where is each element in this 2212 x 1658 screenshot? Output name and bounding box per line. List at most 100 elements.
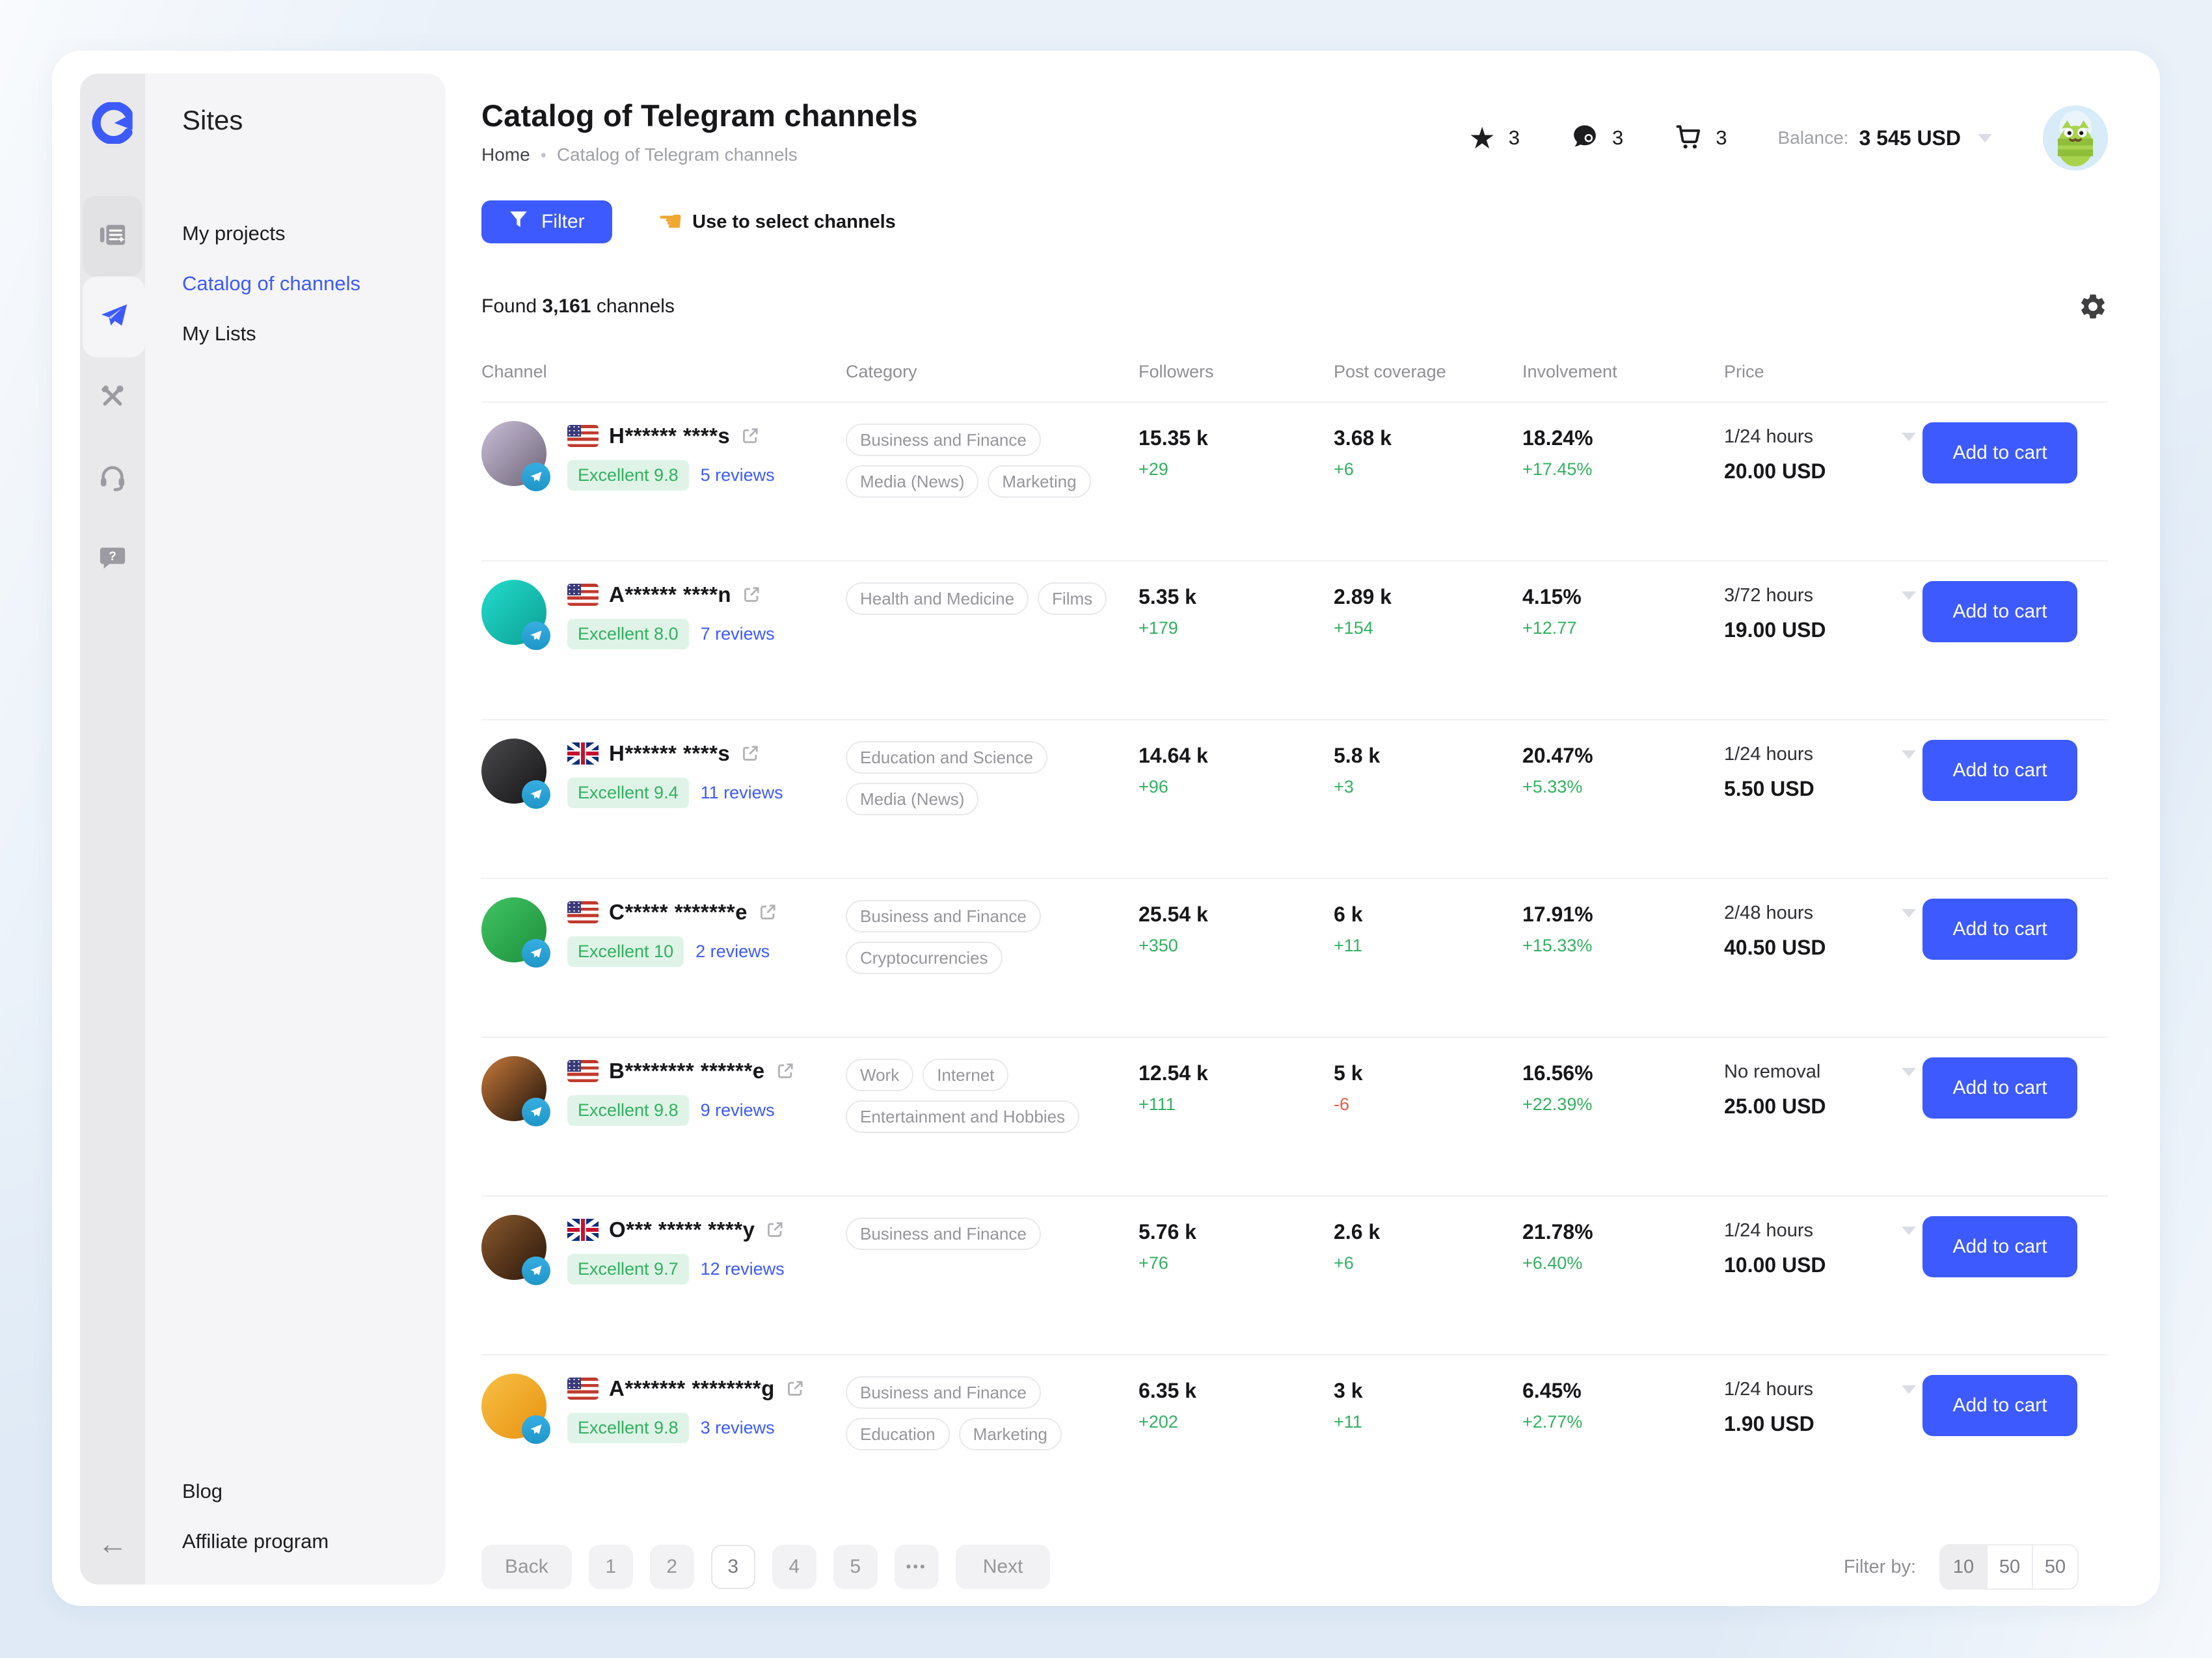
price-cell: 3/72 hours 19.00 USD <box>1724 580 1922 642</box>
sidebar-item-affiliate-program[interactable]: Affiliate program <box>182 1530 329 1553</box>
price-term-dropdown[interactable]: 1/24 hours <box>1724 1220 1916 1242</box>
table-footer: Back 12345 ••• Next Filter by: 105050 <box>481 1544 2108 1590</box>
price-cell: 1/24 hours 5.50 USD <box>1724 739 1922 801</box>
telegram-badge-icon <box>522 939 550 968</box>
external-link-icon[interactable] <box>740 426 760 446</box>
sidebar-item-catalog-of-channels[interactable]: Catalog of channels <box>182 272 360 295</box>
channel-avatar <box>481 421 546 486</box>
channel-avatar <box>481 580 546 645</box>
reviews-link[interactable]: 11 reviews <box>701 783 783 803</box>
telegram-badge-icon <box>522 780 550 809</box>
sidebar-rail-item-support[interactable] <box>80 438 145 519</box>
cart-counter[interactable]: 3 <box>1674 122 1727 154</box>
channel-name-link[interactable]: O*** ***** ****y <box>567 1217 785 1242</box>
table-settings-gear-icon[interactable] <box>2078 292 2108 321</box>
messages-counter[interactable]: 3 <box>1571 122 1623 154</box>
page-size-option-0[interactable]: 10 <box>1941 1545 1986 1588</box>
channel-avatar <box>481 1056 546 1121</box>
add-to-cart-button[interactable]: Add to cart <box>1922 1057 2077 1119</box>
followers-cell: 12.54 k +111 <box>1139 1056 1334 1115</box>
channel-name-link[interactable]: H****** ****s <box>567 741 783 766</box>
reviews-link[interactable]: 7 reviews <box>701 624 775 644</box>
toolbar: Filter ☚ Use to select channels <box>481 200 2108 243</box>
pagination-page-3[interactable]: 3 <box>711 1545 755 1589</box>
reviews-link[interactable]: 5 reviews <box>701 465 775 485</box>
category-tag: Work <box>846 1059 913 1091</box>
channel-name: O*** ***** ****y <box>609 1217 755 1242</box>
table-row: H****** ****s Excellent 9.4 11 reviews E… <box>481 720 2108 879</box>
found-channels-count: Found 3,161 channels <box>481 295 675 318</box>
add-to-cart-button[interactable]: Add to cart <box>1922 740 2077 801</box>
category-tag: Films <box>1038 582 1107 615</box>
category-tag: Education and Science <box>846 741 1047 774</box>
table-body: H****** ****s Excellent 9.8 5 reviews Bu… <box>481 403 2108 1514</box>
channel-name-link[interactable]: A******* ********g <box>567 1376 805 1401</box>
user-avatar[interactable] <box>2043 105 2108 170</box>
channel-name-link[interactable]: H****** ****s <box>567 424 775 448</box>
category-tag: Media (News) <box>846 783 978 815</box>
balance-dropdown[interactable]: Balance: 3 545 USD <box>1778 126 1993 150</box>
sidebar-item-my-lists[interactable]: My Lists <box>182 322 360 346</box>
price-term-dropdown[interactable]: 3/72 hours <box>1724 585 1916 606</box>
pagination-ellipsis[interactable]: ••• <box>895 1545 939 1589</box>
price-term-dropdown[interactable]: 1/24 hours <box>1724 426 1916 448</box>
country-flag-icon <box>567 1378 599 1400</box>
reviews-link[interactable]: 2 reviews <box>695 942 770 962</box>
pagination-page-5[interactable]: 5 <box>833 1545 878 1589</box>
external-link-icon[interactable] <box>776 1061 795 1081</box>
filter-button[interactable]: Filter <box>481 200 612 243</box>
price-term-dropdown[interactable]: 1/24 hours <box>1724 744 1916 765</box>
price-term-dropdown[interactable]: No removal <box>1724 1061 1916 1083</box>
channel-avatar <box>481 739 546 804</box>
external-link-icon[interactable] <box>785 1379 805 1398</box>
price-amount: 20.00 USD <box>1724 459 1916 483</box>
add-to-cart-button[interactable]: Add to cart <box>1922 1216 2077 1277</box>
favorites-counter[interactable]: ★ 3 <box>1469 123 1520 153</box>
page-size-option-2[interactable]: 50 <box>2032 1545 2077 1588</box>
channel-name-link[interactable]: C***** *******e <box>567 900 777 925</box>
sidebar-footer: Blog Affiliate program <box>182 1480 329 1553</box>
pagination-page-2[interactable]: 2 <box>650 1545 694 1589</box>
sidebar-rail-item-tools[interactable] <box>80 357 145 438</box>
pagination-back-button[interactable]: Back <box>481 1545 572 1589</box>
pagination-page-1[interactable]: 1 <box>589 1545 633 1589</box>
reviews-link[interactable]: 9 reviews <box>701 1100 775 1121</box>
external-link-icon[interactable] <box>742 585 761 605</box>
price-term-dropdown[interactable]: 1/24 hours <box>1724 1379 1916 1400</box>
reviews-link[interactable]: 12 reviews <box>701 1259 785 1279</box>
page-size-control: Filter by: 105050 <box>1844 1544 2079 1590</box>
external-link-icon[interactable] <box>740 744 760 763</box>
country-flag-icon <box>567 1219 599 1241</box>
external-link-icon[interactable] <box>765 1220 785 1240</box>
pagination-page-4[interactable]: 4 <box>772 1545 816 1589</box>
collapse-sidebar-icon[interactable]: ← <box>80 1526 145 1561</box>
sidebar-rail-item-projects[interactable] <box>83 196 142 277</box>
reviews-link[interactable]: 3 reviews <box>701 1418 775 1438</box>
price-amount: 10.00 USD <box>1724 1253 1916 1277</box>
price-cell: 1/24 hours 1.90 USD <box>1724 1374 1922 1436</box>
sidebar-item-my-projects[interactable]: My projects <box>182 222 360 245</box>
chevron-down-icon <box>1902 591 1916 600</box>
select-channels-hint: ☚ Use to select channels <box>658 208 896 236</box>
sidebar-rail-item-help[interactable]: ? <box>80 519 145 599</box>
add-to-cart-button[interactable]: Add to cart <box>1922 581 2077 642</box>
add-to-cart-button[interactable]: Add to cart <box>1922 422 2077 483</box>
external-link-icon[interactable] <box>758 903 777 922</box>
channel-name-link[interactable]: A****** ****n <box>567 582 775 607</box>
breadcrumb-home-link[interactable]: Home <box>481 144 530 165</box>
rating-badge: Excellent 8.0 <box>567 619 689 649</box>
page-size-option-1[interactable]: 50 <box>1986 1545 2032 1588</box>
sidebar-rail-item-telegram[interactable] <box>83 277 145 357</box>
involvement-cell: 21.78% +6.40% <box>1522 1215 1724 1273</box>
pagination-next-button[interactable]: Next <box>956 1545 1051 1589</box>
price-amount: 5.50 USD <box>1724 777 1916 801</box>
add-to-cart-button[interactable]: Add to cart <box>1922 899 2077 960</box>
add-to-cart-button[interactable]: Add to cart <box>1922 1375 2077 1436</box>
followers-cell: 5.76 k +76 <box>1139 1215 1334 1273</box>
sidebar-item-blog[interactable]: Blog <box>182 1480 329 1503</box>
channel-name-link[interactable]: B******** ******e <box>567 1059 795 1083</box>
column-header-channel: Channel <box>481 362 846 382</box>
price-term-dropdown[interactable]: 2/48 hours <box>1724 903 1916 924</box>
channel-avatar <box>481 897 546 962</box>
app-logo-icon[interactable] <box>92 102 133 144</box>
